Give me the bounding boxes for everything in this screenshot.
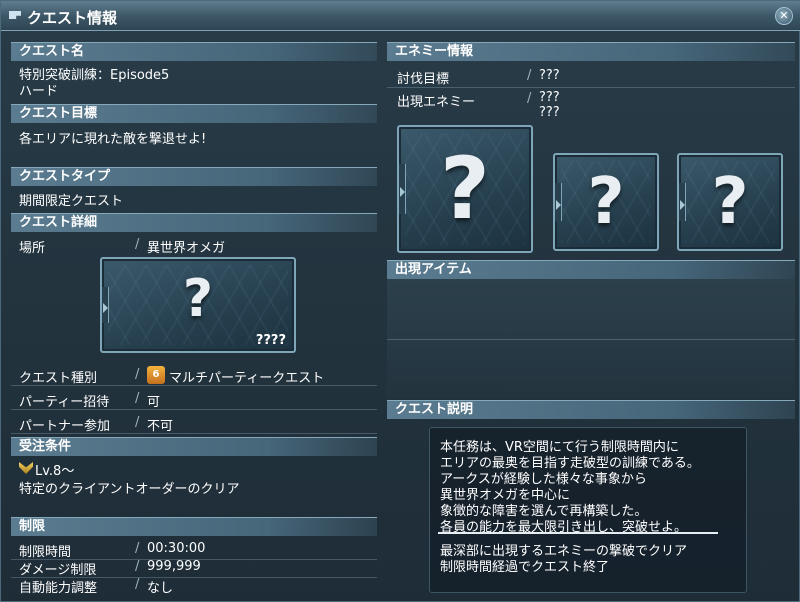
quest-info-window: クエスト情報 ✕ クエスト名 特別突破訓練：Episode5 ハード クエスト目…: [0, 0, 800, 602]
time-limit-label: 制限時間: [19, 545, 72, 560]
enemy-card-large[interactable]: ?: [397, 125, 533, 253]
separator: /: [527, 91, 532, 106]
auto-adjust-label: 自動能力調整: [19, 581, 98, 596]
enemy-card-medium-2[interactable]: ?: [677, 153, 783, 251]
party-invite-value: 可: [147, 395, 161, 410]
partner-value: 不可: [147, 419, 174, 434]
separator: /: [135, 237, 140, 252]
row-divider: [387, 87, 795, 88]
unknown-mark: ?: [440, 139, 490, 239]
appear-enemy-value-1: ???: [539, 90, 560, 105]
requirements-header: 受注条件: [11, 437, 377, 456]
quest-goal-header: クエスト目標: [11, 104, 377, 123]
quest-detail-header: クエスト詳細: [11, 213, 377, 232]
location-label: 場所: [19, 241, 46, 256]
separator: /: [135, 415, 140, 430]
description-divider: [438, 532, 718, 534]
auto-adjust-value: なし: [147, 581, 174, 596]
limits-header: 制限: [11, 517, 377, 536]
unknown-mark: ?: [182, 269, 214, 329]
separator: /: [135, 577, 140, 592]
requirement-level: Lv.8～: [35, 464, 75, 479]
damage-limit-value: 999,999: [147, 559, 201, 574]
location-value: 異世界オメガ: [147, 241, 226, 256]
location-image-card: ? ????: [100, 257, 296, 353]
appear-enemy-value-2: ???: [539, 105, 560, 120]
separator: /: [527, 68, 532, 83]
quest-name-line2: ハード: [19, 84, 59, 99]
party-invite-label: パーティー招待: [19, 395, 110, 410]
time-limit-value: 00:30:00: [147, 541, 206, 556]
partner-label: パートナー参加: [19, 419, 111, 434]
damage-limit-label: ダメージ制限: [19, 563, 97, 578]
row-divider: [387, 339, 795, 340]
description-header: クエスト説明: [387, 400, 795, 419]
items-header: 出現アイテム: [387, 260, 795, 279]
quest-type-header: クエストタイプ: [11, 167, 377, 186]
quest-kind-label: クエスト種別: [19, 371, 98, 386]
multi-party-icon: 6: [147, 366, 165, 384]
target-value: ???: [539, 68, 560, 83]
window-title: クエスト情報: [27, 9, 118, 27]
title-bar: クエスト情報 ✕: [1, 1, 800, 31]
requirement-text: 特定のクライアントオーダーのクリア: [19, 482, 240, 497]
quest-type-text: 期間限定クエスト: [19, 194, 124, 209]
enemy-card-medium-1[interactable]: ?: [553, 153, 659, 251]
quest-goal-text: 各エリアに現れた敵を撃退せよ!: [19, 132, 207, 147]
separator: /: [135, 367, 140, 382]
description-box: 本任務は、VR空間にて行う制限時間内に エリアの最奥を目指す走破型の訓練である。…: [429, 427, 747, 593]
enemy-info-header: エネミー情報: [387, 42, 795, 61]
quest-name-header: クエスト名: [11, 42, 377, 61]
appear-enemy-label: 出現エネミー: [397, 95, 476, 110]
card-caption: ????: [255, 333, 286, 348]
target-label: 討伐目標: [397, 72, 450, 87]
unknown-mark: ?: [711, 165, 749, 239]
separator: /: [135, 541, 140, 556]
quest-kind-value: マルチパーティークエスト: [169, 371, 325, 386]
separator: /: [135, 391, 140, 406]
window-icon: [9, 11, 21, 19]
level-icon: [19, 462, 33, 474]
separator: /: [135, 559, 140, 574]
description-line: 制限時間経過でクエスト終了: [440, 560, 610, 575]
close-button[interactable]: ✕: [775, 7, 793, 25]
unknown-mark: ?: [587, 165, 625, 239]
